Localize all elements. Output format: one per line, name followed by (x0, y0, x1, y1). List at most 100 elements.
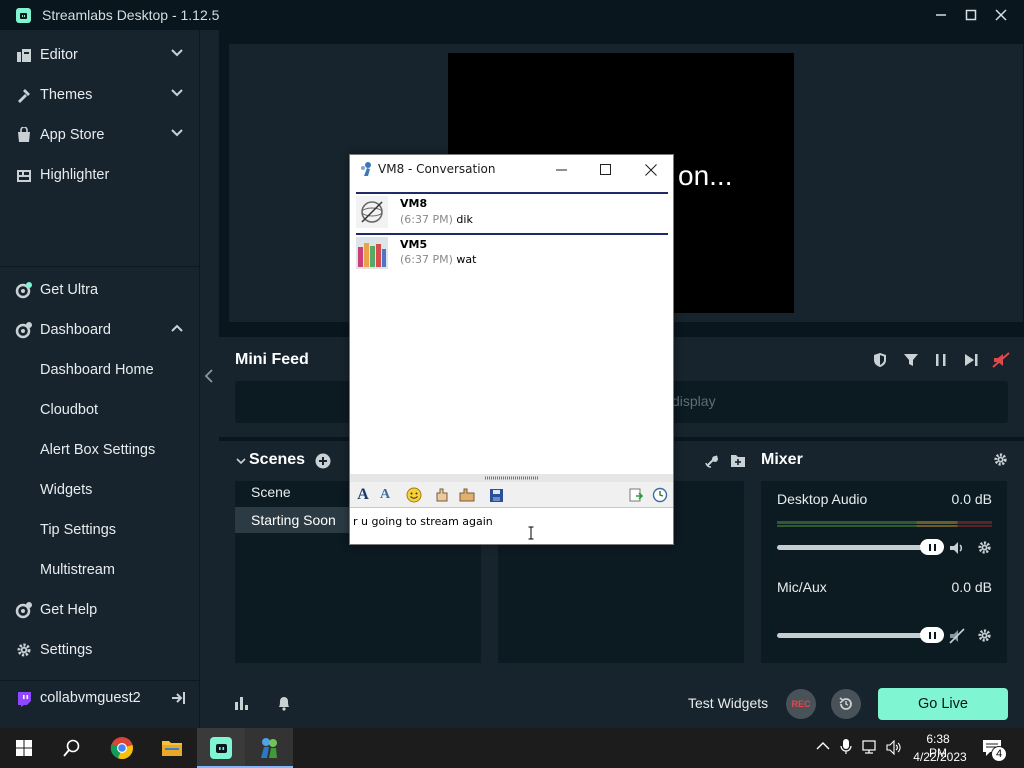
action-center-button[interactable]: 4 (978, 738, 1008, 762)
editor-icon (15, 46, 33, 64)
message-input[interactable]: r u going to stream again (350, 509, 673, 544)
app-titlebar: Streamlabs Desktop - 1.12.5 (0, 0, 1024, 30)
emoticon-icon[interactable] (405, 486, 423, 504)
replay-icon (839, 697, 852, 710)
app-title: Streamlabs Desktop - 1.12.5 (42, 7, 220, 23)
volume-slider[interactable] (777, 545, 931, 550)
mixer-source-name: Mic/Aux (777, 579, 827, 595)
add-folder-icon[interactable] (730, 453, 746, 468)
nudge-icon[interactable] (433, 486, 451, 504)
go-live-button[interactable]: Go Live (878, 688, 1008, 720)
collapse-sidebar-icon[interactable] (202, 368, 216, 384)
volume-slider[interactable] (777, 633, 931, 638)
logout-icon[interactable] (171, 691, 185, 705)
sidebar-item-settings[interactable]: Settings (0, 630, 200, 670)
sidebar-item-dashboard[interactable]: Dashboard (0, 310, 200, 350)
wink-icon[interactable] (458, 486, 476, 504)
messenger-taskbar-button[interactable] (245, 728, 293, 768)
gear-icon[interactable] (993, 452, 1008, 467)
replay-buffer-button[interactable] (831, 689, 861, 719)
conversation-maximize-button[interactable] (583, 155, 627, 184)
mixer-source-level: 0.0 dB (951, 491, 992, 507)
ultra-icon (15, 281, 33, 299)
streamlabs-taskbar-button[interactable] (197, 728, 245, 768)
highlighter-icon (15, 166, 33, 184)
stats-icon[interactable] (234, 696, 250, 710)
sidebar-item-editor[interactable]: Editor (0, 35, 200, 75)
save-icon[interactable] (487, 486, 505, 504)
resize-grip[interactable] (350, 474, 673, 482)
speaker-muted-icon[interactable] (949, 628, 965, 644)
sidebar-item-get-help[interactable]: Get Help (0, 590, 200, 630)
chrome-taskbar-button[interactable] (98, 728, 146, 768)
sidebar-item-multistream[interactable]: Multistream (0, 550, 200, 590)
search-icon (63, 739, 80, 757)
themes-icon (15, 86, 33, 104)
filter-icon[interactable] (903, 352, 919, 368)
history-icon[interactable] (651, 486, 669, 504)
scene-label: Starting Soon (251, 512, 336, 528)
message-divider (356, 192, 668, 194)
conversation-title: VM8 - Conversation (378, 162, 496, 176)
volume-meter (777, 521, 992, 524)
message-sender: VM8 (400, 197, 428, 210)
network-icon[interactable] (862, 740, 880, 755)
send-file-icon[interactable] (627, 486, 645, 504)
minimize-button[interactable] (925, 0, 957, 30)
messenger-icon (361, 162, 371, 176)
gear-icon[interactable] (977, 628, 992, 643)
speaker-icon[interactable] (949, 540, 965, 556)
test-widgets-button[interactable]: Test Widgets (688, 695, 768, 711)
search-button[interactable] (48, 728, 96, 768)
sidebar-item-dashboard-home[interactable]: Dashboard Home (0, 350, 200, 390)
sidebar-item-tip-settings[interactable]: Tip Settings (0, 510, 200, 550)
avatar (356, 237, 388, 269)
maximize-button[interactable] (955, 0, 987, 30)
messenger-icon (261, 738, 277, 758)
conversation-window: VM8 - Conversation VM8 (6:37 PM) dik VM5… (349, 154, 674, 545)
sidebar-item-themes[interactable]: Themes (0, 75, 200, 115)
sidebar-item-app-store[interactable]: App Store (0, 115, 200, 155)
conversation-close-button[interactable] (629, 155, 673, 184)
streamlabs-icon (210, 737, 232, 759)
gear-icon[interactable] (977, 540, 992, 555)
close-button[interactable] (985, 0, 1017, 30)
volume-slider-knob[interactable] (920, 627, 944, 643)
sidebar-item-cloudbot[interactable]: Cloudbot (0, 390, 200, 430)
chevron-down-icon (171, 49, 183, 57)
clock-date[interactable]: 4/22/2023 (910, 750, 970, 764)
sidebar-item-label: Settings (40, 642, 93, 658)
sidebar-item-alert-box-settings[interactable]: Alert Box Settings (0, 430, 200, 470)
sidebar-item-highlighter[interactable]: Highlighter (0, 155, 200, 195)
streamlabs-logo-icon (16, 7, 31, 23)
skip-icon[interactable] (963, 352, 979, 368)
font-icon[interactable]: A (354, 486, 372, 504)
file-explorer-taskbar-button[interactable] (148, 728, 196, 768)
chevron-up-icon[interactable] (816, 741, 830, 751)
microphone-icon[interactable] (840, 739, 852, 755)
chevron-down-icon[interactable] (236, 457, 246, 465)
scenes-title: Scenes (249, 451, 306, 468)
sidebar-item-widgets[interactable]: Widgets (0, 470, 200, 510)
volume-slider-knob[interactable] (920, 539, 944, 555)
notification-count: 4 (991, 746, 1007, 762)
sidebar-item-label: Highlighter (40, 167, 110, 183)
mute-alerts-icon[interactable] (992, 351, 1010, 369)
conversation-minimize-button[interactable] (539, 155, 583, 184)
source-mic-icon[interactable] (704, 453, 720, 469)
pause-icon[interactable] (934, 352, 948, 368)
volume-icon[interactable] (886, 740, 902, 755)
avatar (356, 196, 388, 228)
bell-icon[interactable] (277, 695, 291, 711)
user-row[interactable]: collabvmguest2 (0, 680, 200, 714)
record-button[interactable]: REC (786, 689, 816, 719)
shield-icon[interactable] (873, 352, 887, 368)
windows-icon (16, 740, 32, 756)
start-button[interactable] (0, 728, 48, 768)
conversation-titlebar[interactable]: VM8 - Conversation (350, 155, 673, 184)
font-color-icon[interactable]: A (376, 486, 394, 504)
volume-meter (777, 525, 992, 527)
add-scene-icon[interactable] (315, 453, 331, 469)
sidebar-item-get-ultra[interactable]: Get Ultra (0, 270, 200, 310)
mixer-title: Mixer (761, 451, 803, 468)
